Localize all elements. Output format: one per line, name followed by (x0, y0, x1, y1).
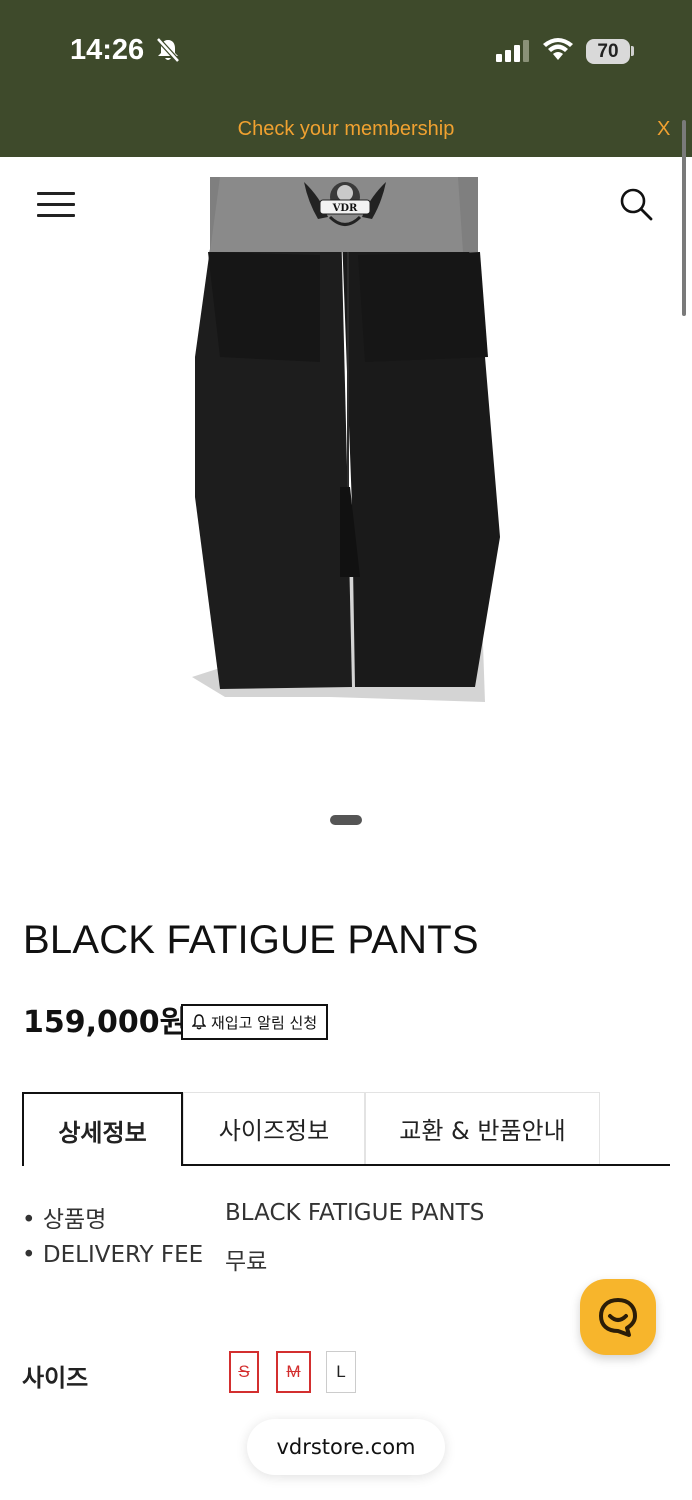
tab-size-info[interactable]: 사이즈정보 (183, 1092, 365, 1164)
tab-exchange-return[interactable]: 교환 & 반품안내 (365, 1092, 600, 1164)
vdr-logo-text: VDR (332, 203, 358, 214)
restock-alert-label: 재입고 알림 신청 (211, 1013, 318, 1032)
signal-icon (496, 40, 529, 62)
detail-label: • 상품명 (22, 1207, 107, 1233)
bell-slash-icon (156, 37, 180, 63)
product-price: 159,000원 (23, 1005, 188, 1040)
membership-banner-text[interactable]: Check your membership (0, 118, 692, 141)
product-title: BLACK FATIGUE PANTS (23, 918, 479, 962)
membership-banner[interactable]: Check your membership X (0, 100, 692, 157)
membership-close-button[interactable]: X (657, 118, 670, 141)
battery-cap (631, 46, 634, 56)
browser-url-bar[interactable]: vdrstore.com (247, 1419, 445, 1475)
size-option-m[interactable]: M (276, 1351, 311, 1393)
product-tabs: 상세정보 사이즈정보 교환 & 반품안내 (22, 1092, 670, 1166)
wifi-icon (543, 38, 573, 60)
chat-bubble-icon (599, 1298, 637, 1337)
search-icon[interactable] (618, 186, 654, 222)
detail-row-delivery-fee: • DELIVERY FEE 무료 (22, 1242, 267, 1276)
status-bar: 14:26 70 (0, 0, 692, 100)
size-option-l[interactable]: L (326, 1351, 356, 1393)
tab-details[interactable]: 상세정보 (22, 1092, 183, 1166)
product-image[interactable]: VDR (180, 157, 510, 717)
bell-icon (192, 1014, 206, 1030)
restock-alert-button[interactable]: 재입고 알림 신청 (181, 1004, 329, 1040)
battery-icon: 70 (586, 39, 630, 64)
detail-value: 무료 (225, 1249, 268, 1275)
detail-row-product-name: • 상품명 BLACK FATIGUE PANTS (22, 1200, 484, 1234)
carousel-pager-dot[interactable] (330, 815, 362, 825)
detail-value: BLACK FATIGUE PANTS (225, 1200, 485, 1226)
hamburger-menu-icon[interactable] (37, 192, 75, 218)
scroll-indicator (682, 120, 686, 316)
chat-button[interactable] (580, 1279, 656, 1355)
size-label: 사이즈 (22, 1364, 89, 1392)
detail-label: • DELIVERY FEE (22, 1242, 204, 1268)
status-time: 14:26 (70, 34, 145, 66)
size-option-s[interactable]: S (229, 1351, 259, 1393)
